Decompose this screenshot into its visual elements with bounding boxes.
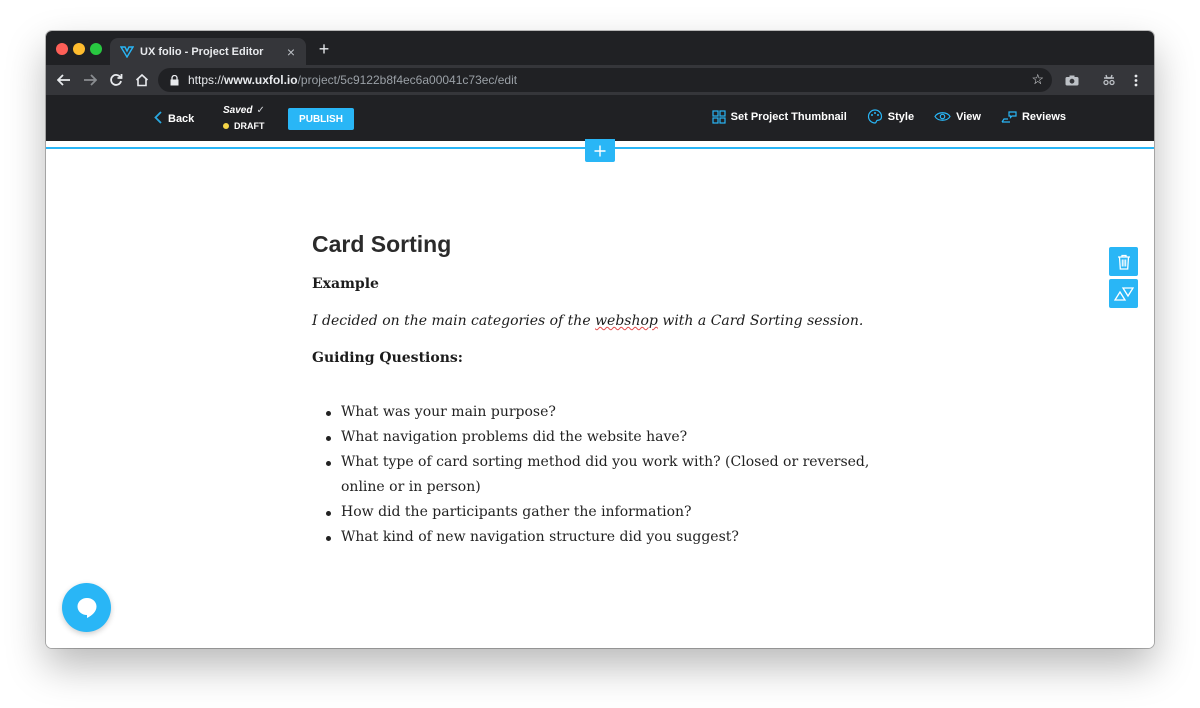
- list-item[interactable]: What kind of new navigation structure di…: [326, 525, 901, 550]
- spellcheck-word: webshop: [595, 313, 658, 329]
- back-label: Back: [168, 113, 195, 125]
- close-window-button[interactable]: [56, 43, 68, 55]
- reload-icon[interactable]: [106, 70, 126, 90]
- chat-bubble-icon: [77, 597, 96, 618]
- text-block[interactable]: Card Sorting Example I decided on the ma…: [312, 231, 892, 550]
- palette-icon: [867, 109, 882, 124]
- set-thumbnail-button[interactable]: Set Project Thumbnail: [712, 109, 847, 124]
- trash-icon: [1117, 254, 1130, 270]
- editor-canvas: Card Sorting Example I decided on the ma…: [46, 139, 1154, 648]
- reorder-block-button[interactable]: [1109, 279, 1138, 308]
- address-bar[interactable]: https://www.uxfol.io/project/5c9122b8f4e…: [158, 68, 1052, 92]
- chevron-left-icon: [154, 111, 162, 127]
- maximize-window-button[interactable]: [90, 43, 102, 55]
- add-section-button[interactable]: [585, 139, 615, 162]
- minimize-window-button[interactable]: [73, 43, 85, 55]
- reviews-icon: [1001, 110, 1017, 123]
- browser-tab[interactable]: UX folio - Project Editor ×: [110, 38, 306, 65]
- delete-block-button[interactable]: [1109, 247, 1138, 276]
- guiding-questions-heading[interactable]: Guiding Questions:: [312, 350, 892, 366]
- browser-toolbar: https://www.uxfol.io/project/5c9122b8f4e…: [46, 65, 1154, 95]
- tab-title: UX folio - Project Editor: [140, 45, 264, 58]
- editor-actions: Set Project Thumbnail Style View Reviews: [692, 109, 1066, 124]
- home-icon[interactable]: [132, 70, 152, 90]
- view-button[interactable]: View: [934, 111, 981, 123]
- url-text: https://www.uxfol.io/project/5c9122b8f4e…: [188, 73, 518, 87]
- block-tools: [1109, 247, 1138, 311]
- bookmark-star-icon[interactable]: ☆: [1031, 71, 1044, 88]
- section-title[interactable]: Card Sorting: [312, 231, 892, 258]
- style-button[interactable]: Style: [867, 109, 914, 124]
- list-item[interactable]: What was your main purpose?: [326, 400, 901, 425]
- camera-extension-icon[interactable]: [1063, 71, 1081, 89]
- back-button[interactable]: Back: [154, 111, 194, 127]
- reviews-button[interactable]: Reviews: [1001, 110, 1066, 124]
- saved-status: Saved ✓: [223, 105, 265, 116]
- browser-window: UX folio - Project Editor × + https://ww…: [46, 31, 1154, 648]
- chat-support-button[interactable]: [62, 583, 111, 632]
- status-dot-icon: [223, 123, 229, 129]
- editor-header: Back Saved ✓ DRAFT PUBLISH Set Project Th…: [46, 95, 1154, 141]
- list-item[interactable]: What type of card sorting method did you…: [326, 450, 901, 500]
- draft-status-badge: DRAFT: [223, 121, 265, 131]
- move-up-down-icon: [1113, 286, 1134, 301]
- eye-icon: [934, 112, 951, 121]
- browser-menu-icon[interactable]: [1127, 71, 1145, 89]
- uxfolio-favicon-icon: [120, 45, 134, 59]
- publish-button[interactable]: PUBLISH: [288, 108, 354, 130]
- intro-paragraph[interactable]: I decided on the main categories of the …: [312, 313, 892, 329]
- tab-strip: UX folio - Project Editor × +: [46, 31, 1154, 65]
- new-tab-button[interactable]: +: [314, 39, 334, 59]
- back-arrow-icon[interactable]: [54, 70, 74, 90]
- tab-close-icon[interactable]: ×: [284, 44, 298, 60]
- incognito-extension-icon[interactable]: [1100, 71, 1118, 89]
- lock-icon: [170, 74, 180, 86]
- grid-icon: [712, 109, 726, 124]
- list-item[interactable]: What navigation problems did the website…: [326, 425, 901, 450]
- plus-icon: [594, 145, 606, 156]
- list-item[interactable]: How did the participants gather the info…: [326, 500, 901, 525]
- forward-arrow-icon[interactable]: [80, 70, 100, 90]
- checkmark-icon: ✓: [256, 105, 265, 116]
- section-subtitle[interactable]: Example: [312, 276, 892, 292]
- questions-list: What was your main purpose? What navigat…: [312, 400, 892, 550]
